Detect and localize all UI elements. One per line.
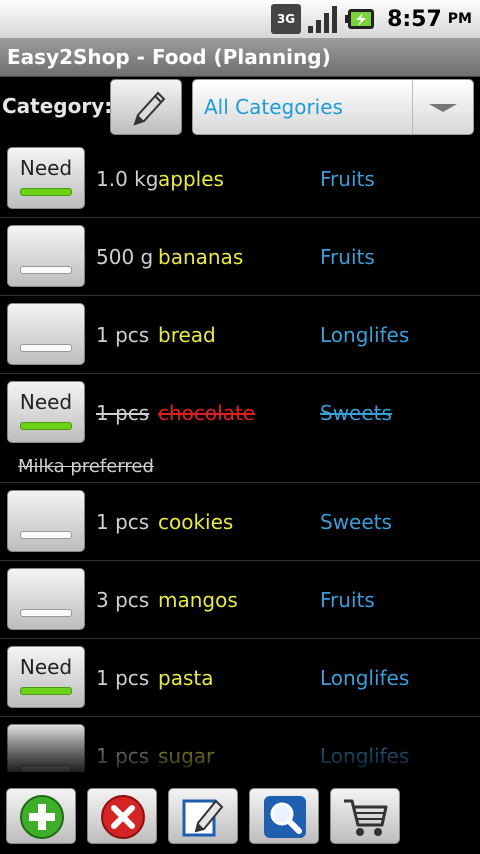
- item-quantity: 1 pcs: [96, 323, 150, 347]
- cart-icon: [344, 799, 388, 836]
- category-row: Category: All Categories: [0, 76, 480, 138]
- need-toggle-label: Need: [19, 655, 73, 679]
- need-indicator: [20, 609, 72, 617]
- add-icon: [20, 795, 64, 839]
- search-button[interactable]: [249, 788, 319, 844]
- item-quantity: 3 pcs: [96, 588, 150, 612]
- list-item[interactable]: 1 pcs sugar Longlifes: [0, 717, 480, 772]
- item-name: mangos: [158, 588, 238, 612]
- need-toggle-button[interactable]: [7, 490, 85, 552]
- list-item[interactable]: 500 g bananas Fruits: [0, 218, 480, 296]
- add-item-button[interactable]: [6, 788, 76, 844]
- item-category: Fruits: [320, 245, 375, 269]
- item-quantity: 1 pcs: [96, 510, 150, 534]
- need-indicator: [20, 422, 72, 430]
- edit-categories-button[interactable]: [110, 79, 182, 135]
- edit-item-button[interactable]: [168, 788, 238, 844]
- delete-icon: [101, 795, 145, 839]
- item-name: apples: [158, 167, 224, 191]
- need-toggle-button[interactable]: Need: [7, 646, 85, 708]
- category-label: Category:: [2, 94, 113, 118]
- shopping-mode-button[interactable]: [330, 788, 400, 844]
- item-category: Longlifes: [320, 666, 410, 690]
- item-note-row: Milka preferred: [0, 452, 480, 483]
- item-category: Longlifes: [320, 323, 410, 347]
- chevron-down-icon[interactable]: [412, 80, 473, 134]
- list-item[interactable]: 1 pcs cookies Sweets: [0, 483, 480, 561]
- item-category: Longlifes: [320, 744, 410, 768]
- clock-time: 8:57: [387, 6, 442, 32]
- signal-icon: [308, 6, 338, 33]
- item-category: Fruits: [320, 588, 375, 612]
- need-indicator: [20, 344, 72, 352]
- item-name: bananas: [158, 245, 244, 269]
- list-item[interactable]: Need 1 pcs pasta Longlifes: [0, 639, 480, 717]
- status-bar: 3G 8:57 PM: [0, 0, 480, 38]
- need-indicator: [20, 188, 72, 196]
- list-item[interactable]: 1 pcs bread Longlifes: [0, 296, 480, 374]
- need-indicator: [20, 531, 72, 539]
- title-bar: Easy2Shop - Food (Planning): [0, 38, 480, 77]
- list-item[interactable]: Need 1.0 kg apples Fruits: [0, 140, 480, 218]
- item-category: Fruits: [320, 167, 375, 191]
- need-toggle-button[interactable]: Need: [7, 381, 85, 443]
- item-category: Sweets: [320, 510, 392, 534]
- item-quantity: 500 g: [96, 245, 154, 269]
- item-note: Milka preferred: [18, 456, 154, 477]
- need-indicator: [20, 266, 72, 274]
- need-toggle-button[interactable]: [7, 225, 85, 287]
- bottom-toolbar: [0, 772, 480, 854]
- battery-charging-icon: [345, 9, 375, 29]
- need-toggle-label: Need: [19, 156, 73, 180]
- need-indicator: [20, 765, 72, 772]
- need-toggle-button[interactable]: Need: [7, 147, 85, 209]
- need-indicator: [20, 687, 72, 695]
- item-name: pasta: [158, 666, 214, 690]
- pencil-icon: [133, 91, 166, 126]
- item-category: Sweets: [320, 401, 392, 425]
- shopping-list[interactable]: Need 1.0 kg apples Fruits 500 g bananas …: [0, 140, 480, 772]
- network-3g-icon: 3G: [271, 4, 302, 34]
- need-toggle-button[interactable]: [7, 303, 85, 365]
- item-quantity: 1 pcs: [96, 401, 150, 425]
- delete-item-button[interactable]: [87, 788, 157, 844]
- item-name: sugar: [158, 744, 215, 768]
- category-select[interactable]: All Categories: [192, 79, 474, 135]
- edit-icon: [182, 799, 224, 837]
- search-icon: [264, 796, 306, 838]
- category-selected-value: All Categories: [204, 95, 343, 119]
- need-toggle-button[interactable]: [7, 724, 85, 772]
- item-name: bread: [158, 323, 216, 347]
- item-name: cookies: [158, 510, 234, 534]
- clock-ampm: PM: [447, 11, 472, 27]
- app-title: Easy2Shop - Food (Planning): [7, 45, 331, 69]
- item-quantity: 1 pcs: [96, 744, 150, 768]
- item-quantity: 1 pcs: [96, 666, 150, 690]
- list-item[interactable]: Need 1 pcs chocolate Sweets: [0, 374, 480, 452]
- list-item[interactable]: 3 pcs mangos Fruits: [0, 561, 480, 639]
- need-toggle-button[interactable]: [7, 568, 85, 630]
- need-toggle-label: Need: [19, 390, 73, 414]
- item-quantity: 1.0 kg: [96, 167, 159, 191]
- item-name: chocolate: [158, 401, 256, 425]
